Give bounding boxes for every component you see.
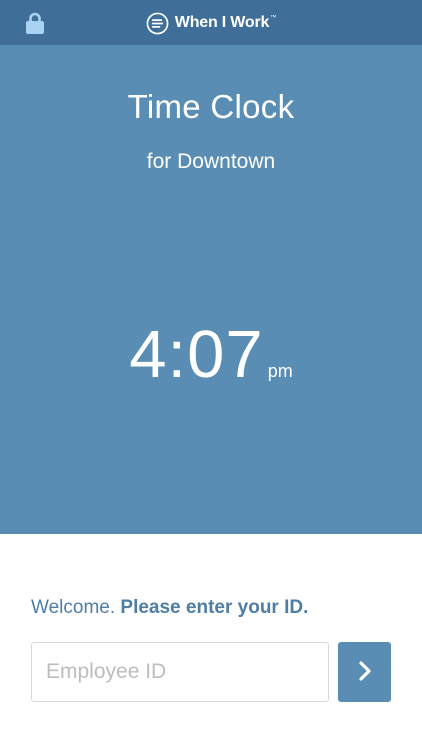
- when-i-work-logo-icon: [146, 12, 169, 35]
- welcome-prefix: Welcome.: [31, 597, 116, 618]
- am-pm-indicator: pm: [267, 361, 293, 381]
- page-title: Time Clock: [127, 88, 295, 125]
- brand-name: When I Work: [174, 14, 270, 31]
- welcome-instruction: Please enter your ID.: [120, 597, 309, 618]
- submit-id-button[interactable]: [338, 642, 391, 702]
- trademark-mark: ™: [270, 15, 277, 21]
- current-time: 4:07: [129, 317, 264, 392]
- location-label: for Downtown: [146, 150, 276, 173]
- employee-id-input[interactable]: [31, 642, 329, 702]
- top-bar: When I Work ™: [0, 0, 422, 45]
- welcome-message: Welcome. Please enter your ID.: [31, 597, 308, 619]
- clock-display: 4:07 pm: [0, 321, 422, 388]
- brand: When I Work ™: [0, 10, 422, 36]
- time-clock-screen: When I Work ™ Time Clock for Downtown 4:…: [0, 0, 422, 750]
- clock-panel: Time Clock for Downtown 4:07 pm: [0, 45, 422, 534]
- chevron-right-icon: [356, 660, 374, 685]
